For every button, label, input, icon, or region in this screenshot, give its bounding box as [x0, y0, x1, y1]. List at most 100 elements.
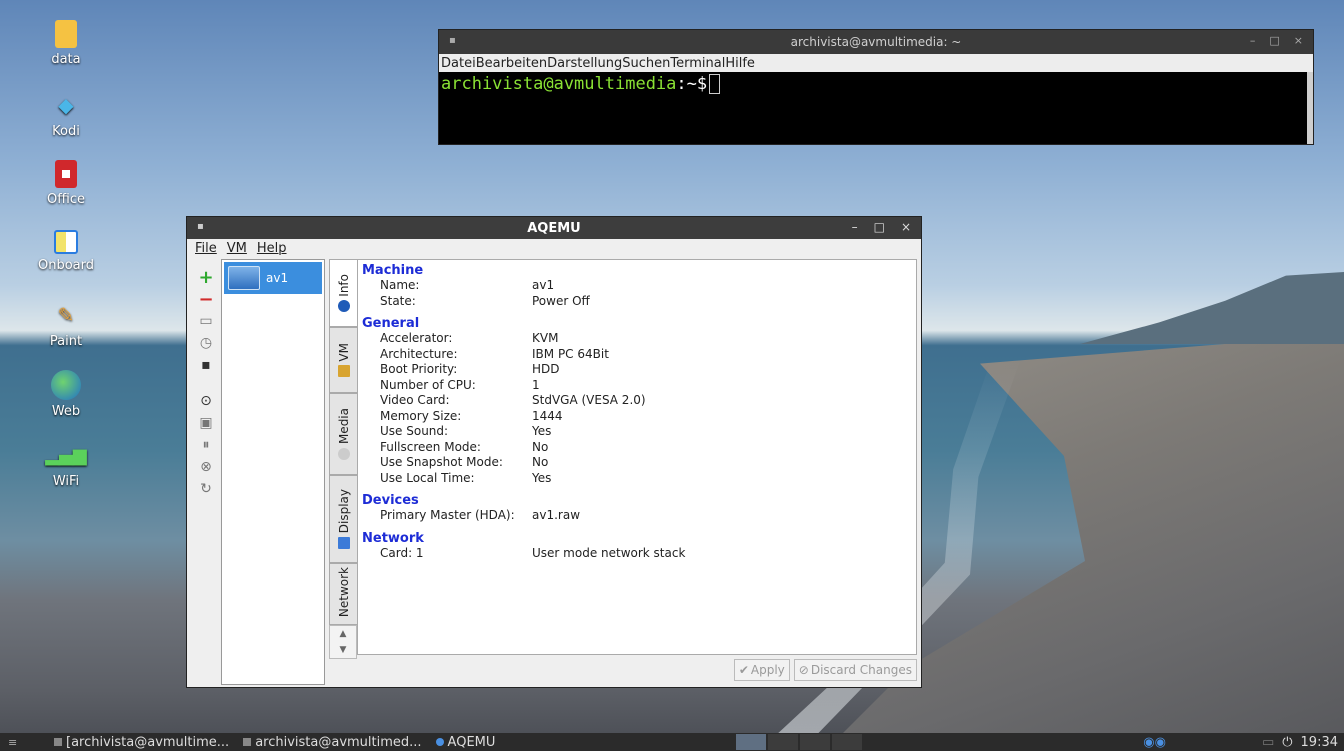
add-vm-icon[interactable]: +: [197, 267, 215, 288]
start-menu-icon[interactable]: ≡: [0, 736, 30, 749]
vm-toolbar: + − ▭ ◷ ▪ ⊙ ▣ ⏸ ⊗ ↻: [193, 267, 219, 501]
terminal-titlebar[interactable]: ▪ archivista@avmultimedia: ~ – □ ×: [439, 30, 1313, 54]
stop-icon[interactable]: ⊗: [197, 457, 215, 477]
task-label: [archivista@avmultime...: [66, 734, 230, 750]
tab-network-label: Network: [336, 566, 351, 618]
desktop-icon-data[interactable]: data: [30, 20, 102, 90]
menu-bearbeiten[interactable]: Bearbeiten: [476, 56, 547, 71]
check-icon: ✔: [738, 663, 749, 677]
desktop-icon-web[interactable]: Web: [30, 370, 102, 440]
menu-darstellung[interactable]: Darstellung: [547, 56, 622, 71]
menu-datei[interactable]: Datei: [441, 56, 476, 71]
remove-vm-icon[interactable]: −: [197, 289, 215, 310]
clock-icon[interactable]: ◷: [197, 333, 215, 353]
terminal-scrollbar[interactable]: [1307, 72, 1313, 144]
vm-list[interactable]: av1: [221, 259, 325, 685]
cancel-icon: ⊘: [798, 663, 809, 677]
clock[interactable]: 19:34: [1301, 735, 1338, 750]
settings-icon[interactable]: ▭: [197, 311, 215, 331]
minimize-button[interactable]: –: [852, 220, 858, 234]
console-icon[interactable]: ▪: [197, 355, 215, 375]
chevron-up-icon[interactable]: ▲: [340, 629, 347, 639]
pause-icon[interactable]: ⏸: [197, 435, 215, 455]
folder-icon: [55, 20, 77, 48]
desktop-icon-kodi[interactable]: ◆ Kodi: [30, 90, 102, 160]
info-row: Video Card: StdVGA (VESA 2.0): [380, 393, 646, 407]
close-button[interactable]: ×: [1294, 34, 1303, 47]
tab-display[interactable]: Display: [329, 475, 357, 563]
desktop-icon-onboard[interactable]: Onboard: [30, 230, 102, 300]
terminal-output[interactable]: archivista@avmultimedia:~$: [439, 72, 1313, 144]
workspace-2[interactable]: [768, 734, 798, 750]
info-row: Use Sound: Yes: [380, 424, 552, 438]
tab-media[interactable]: Media: [329, 393, 357, 475]
terminal-title: archivista@avmultimedia: ~: [790, 35, 962, 49]
task-terminal-1[interactable]: [archivista@avmultime...: [54, 735, 229, 750]
save-icon[interactable]: ▣: [197, 413, 215, 433]
section-network: Network Card: 1 User mode network stack: [362, 530, 912, 562]
dialog-buttons: ✔ Apply ⊘ Discard Changes: [717, 659, 917, 683]
aqemu-window[interactable]: ▪ AQEMU – □ × File VM Help + − ▭ ◷ ▪ ⊙ ▣…: [186, 216, 922, 688]
power-icon[interactable]: ⏻: [1282, 735, 1292, 750]
task-aqemu[interactable]: AQEMU: [435, 735, 495, 750]
apply-button[interactable]: ✔ Apply: [733, 659, 790, 681]
info-row: Primary Master (HDA): av1.raw: [380, 508, 581, 522]
tab-media-label: Media: [336, 407, 351, 445]
maximize-button[interactable]: □: [874, 220, 885, 234]
tab-info[interactable]: Info: [329, 259, 357, 327]
maximize-button[interactable]: □: [1269, 34, 1279, 47]
workspace-3[interactable]: [800, 734, 830, 750]
desktop-icon-office[interactable]: Office: [30, 160, 102, 230]
vertical-tabs: Info VM Media Display Network: [329, 259, 357, 659]
info-row: Boot Priority: HDD: [380, 362, 560, 376]
task-label: archivista@avmultimed...: [255, 734, 422, 750]
minimize-button[interactable]: –: [1250, 34, 1256, 47]
window-menu-icon[interactable]: ▪: [449, 35, 461, 47]
tab-display-label: Display: [336, 488, 351, 534]
onboard-icon: [54, 230, 78, 254]
prompt-user: archivista@avmultimedia: [441, 74, 677, 94]
workspace-pager[interactable]: [736, 734, 866, 750]
menu-file[interactable]: File: [195, 241, 217, 256]
aqemu-titlebar[interactable]: ▪ AQEMU – □ ×: [187, 217, 921, 239]
menu-terminal[interactable]: Terminal: [670, 56, 725, 71]
aqemu-title: AQEMU: [527, 220, 581, 236]
info-row: Card: 1 User mode network stack: [380, 545, 686, 560]
vm-list-item[interactable]: av1: [224, 262, 322, 294]
text-cursor: [709, 74, 721, 94]
workspace-1[interactable]: [736, 734, 766, 750]
desktop-icon-label: WiFi: [52, 474, 80, 489]
apply-label: Apply: [750, 663, 785, 677]
reset-icon[interactable]: ↻: [197, 479, 215, 499]
info-row: Use Snapshot Mode: No: [380, 455, 549, 469]
close-button[interactable]: ×: [901, 220, 911, 234]
start-icon[interactable]: ⊙: [197, 391, 215, 411]
info-row: Fullscreen Mode: No: [380, 439, 549, 454]
discard-changes-button[interactable]: ⊘ Discard Changes: [793, 659, 917, 681]
menu-hilfe[interactable]: Hilfe: [725, 56, 755, 71]
info-row: State: Power Off: [380, 293, 590, 308]
menu-vm[interactable]: VM: [227, 241, 247, 256]
menu-suchen[interactable]: Suchen: [622, 56, 670, 71]
paint-icon: ✎: [57, 303, 75, 327]
discard-label: Discard Changes: [810, 663, 912, 677]
tools-icon: [337, 365, 350, 378]
chevron-down-icon[interactable]: ▼: [340, 645, 347, 655]
section-title: Network: [362, 530, 424, 546]
keyboard-icon[interactable]: ▭: [1262, 735, 1274, 750]
window-menu-icon[interactable]: ▪: [197, 221, 204, 232]
desktop-icon-paint[interactable]: ✎ Paint: [30, 300, 102, 370]
info-pane: Machine Name: av1 State: Power Off General…: [357, 259, 917, 655]
vm-name: av1: [266, 271, 289, 285]
desktop-icon-wifi[interactable]: ▂▄▆ WiFi: [30, 440, 102, 510]
tab-vm[interactable]: VM: [329, 327, 357, 393]
tab-scroll: ▲ ▼: [329, 625, 357, 659]
task-terminal-2[interactable]: archivista@avmultimed...: [243, 734, 422, 750]
menu-help[interactable]: Help: [257, 241, 287, 256]
tab-network[interactable]: Network: [329, 563, 357, 625]
workspace-4[interactable]: [832, 734, 862, 750]
display-icon: [337, 537, 350, 550]
network-tray-icon[interactable]: ◉◉: [1143, 735, 1166, 750]
desktop-icon-label: Onboard: [37, 258, 94, 273]
terminal-window[interactable]: ▪ archivista@avmultimedia: ~ – □ × Datei…: [438, 29, 1314, 145]
